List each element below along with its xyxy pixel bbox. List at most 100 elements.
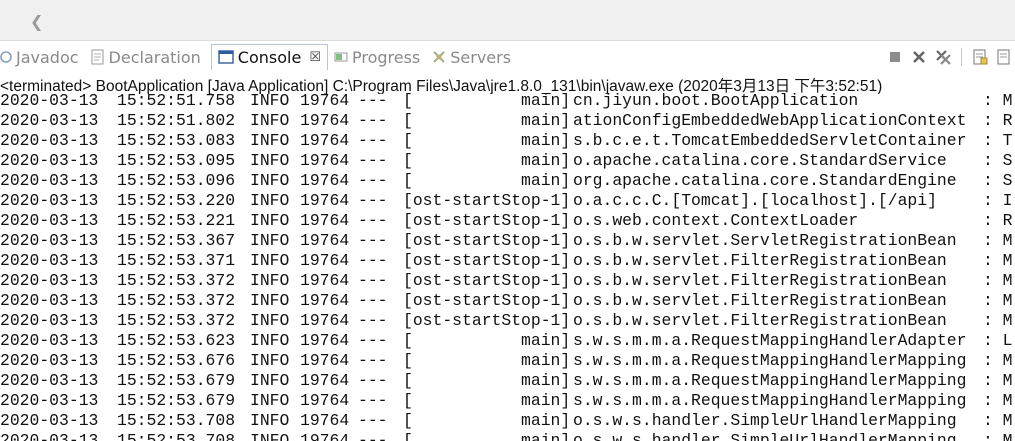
log-row: 2020-03-13 15:52:53.676 INFO 19764 --- [ main… bbox=[0, 351, 1015, 371]
log-date: 2020-03-13 bbox=[0, 371, 99, 390]
remove-launch-icon[interactable] bbox=[910, 48, 928, 66]
log-pid: 19764 bbox=[300, 191, 350, 210]
log-message: : I bbox=[983, 191, 1013, 210]
log-date: 2020-03-13 bbox=[0, 291, 99, 310]
log-pid: 19764 bbox=[300, 271, 350, 290]
log-thread: [ main] bbox=[403, 111, 571, 130]
log-separator: --- bbox=[358, 331, 388, 350]
log-time: 15:52:53.372 bbox=[117, 311, 236, 330]
log-row: 2020-03-13 15:52:53.679 INFO 19764 --- [ main… bbox=[0, 391, 1015, 411]
log-logger: o.s.b.w.servlet.FilterRegistrationBean bbox=[573, 251, 947, 270]
tab-label: Declaration bbox=[108, 47, 201, 67]
log-date: 2020-03-13 bbox=[0, 331, 99, 350]
log-pid: 19764 bbox=[300, 411, 350, 430]
log-pid: 19764 bbox=[300, 211, 350, 230]
log-thread: [ main] bbox=[403, 431, 571, 441]
log-date: 2020-03-13 bbox=[0, 131, 99, 150]
declaration-icon bbox=[91, 49, 105, 65]
log-level: INFO bbox=[250, 91, 290, 110]
tab-label: Console bbox=[237, 48, 302, 67]
terminate-icon[interactable] bbox=[886, 48, 904, 66]
log-row: 2020-03-13 15:52:53.367 INFO 19764 --- [ost-s… bbox=[0, 231, 1015, 251]
log-time: 15:52:53.221 bbox=[117, 211, 236, 230]
log-time: 15:52:53.083 bbox=[117, 131, 236, 150]
log-level: INFO bbox=[250, 431, 290, 441]
log-separator: --- bbox=[358, 231, 388, 250]
word-wrap-icon[interactable] bbox=[995, 48, 1013, 66]
log-time: 15:52:53.220 bbox=[117, 191, 236, 210]
log-row: 2020-03-13 15:52:53.220 INFO 19764 --- [ost-s… bbox=[0, 191, 1015, 211]
tab-console[interactable]: Console ☒ bbox=[210, 44, 328, 70]
log-date: 2020-03-13 bbox=[0, 271, 99, 290]
log-date: 2020-03-13 bbox=[0, 231, 99, 250]
log-time: 15:52:53.679 bbox=[117, 391, 236, 410]
log-pid: 19764 bbox=[300, 131, 350, 150]
at-sign-icon bbox=[0, 50, 12, 64]
log-separator: --- bbox=[358, 111, 388, 130]
log-time: 15:52:53.371 bbox=[117, 251, 236, 270]
log-thread: [ost-startStop-1] bbox=[403, 251, 571, 270]
log-message: : M bbox=[983, 311, 1013, 330]
log-logger: o.s.w.s.handler.SimpleUrlHandlerMapping bbox=[573, 411, 957, 430]
log-message: : M bbox=[983, 351, 1013, 370]
log-logger: o.s.b.w.servlet.FilterRegistrationBean bbox=[573, 271, 947, 290]
log-logger: org.apache.catalina.core.StandardEngine bbox=[573, 171, 957, 190]
log-separator: --- bbox=[358, 251, 388, 270]
chevron-left-icon[interactable]: ❮ bbox=[30, 12, 43, 31]
log-date: 2020-03-13 bbox=[0, 211, 99, 230]
log-row: 2020-03-13 15:52:53.372 INFO 19764 --- [ost-s… bbox=[0, 291, 1015, 311]
remove-all-terminated-icon[interactable] bbox=[934, 48, 952, 66]
tab-javadoc[interactable]: Javadoc bbox=[0, 44, 85, 70]
log-message: : M bbox=[983, 391, 1013, 410]
log-time: 15:52:53.372 bbox=[117, 271, 236, 290]
log-date: 2020-03-13 bbox=[0, 411, 99, 430]
log-pid: 19764 bbox=[300, 231, 350, 250]
log-message: : L bbox=[983, 331, 1013, 350]
tab-servers[interactable]: Servers bbox=[426, 44, 517, 70]
log-thread: [ost-startStop-1] bbox=[403, 231, 571, 250]
log-logger: o.s.w.s.handler.SimpleUrlHandlerMapping bbox=[573, 431, 957, 441]
progress-icon bbox=[334, 51, 348, 63]
log-thread: [ main] bbox=[403, 131, 571, 150]
log-pid: 19764 bbox=[300, 431, 350, 441]
log-separator: --- bbox=[358, 291, 388, 310]
log-time: 15:52:53.096 bbox=[117, 171, 236, 190]
log-message: : M bbox=[983, 251, 1013, 270]
log-thread: [ost-startStop-1] bbox=[403, 191, 571, 210]
log-thread: [ost-startStop-1] bbox=[403, 291, 571, 310]
log-row: 2020-03-13 15:52:53.623 INFO 19764 --- [ main… bbox=[0, 331, 1015, 351]
log-row: 2020-03-13 15:52:53.708 INFO 19764 --- [ main… bbox=[0, 411, 1015, 431]
console-icon bbox=[218, 50, 234, 65]
view-tabs: Javadoc Declaration Console ☒ Progress S… bbox=[0, 44, 1015, 70]
log-thread: [ main] bbox=[403, 331, 571, 350]
log-time: 15:52:53.372 bbox=[117, 291, 236, 310]
log-thread: [ main] bbox=[403, 351, 571, 370]
log-time: 15:52:51.758 bbox=[117, 91, 236, 110]
log-message: : R bbox=[983, 111, 1013, 130]
tab-declaration[interactable]: Declaration bbox=[85, 44, 207, 70]
log-level: INFO bbox=[250, 391, 290, 410]
log-level: INFO bbox=[250, 291, 290, 310]
log-separator: --- bbox=[358, 191, 388, 210]
log-message: : S bbox=[983, 151, 1013, 170]
scroll-lock-icon[interactable] bbox=[971, 48, 989, 66]
log-logger: o.a.c.c.C.[Tomcat].[localhost].[/api] bbox=[573, 191, 937, 210]
log-thread: [ main] bbox=[403, 391, 571, 410]
log-separator: --- bbox=[358, 351, 388, 370]
close-icon[interactable]: ☒ bbox=[309, 50, 321, 65]
console-output[interactable]: 2020-03-13 15:52:51.758 INFO 19764 --- [ main… bbox=[0, 91, 1015, 441]
log-level: INFO bbox=[250, 371, 290, 390]
log-separator: --- bbox=[358, 211, 388, 230]
log-date: 2020-03-13 bbox=[0, 111, 99, 130]
log-pid: 19764 bbox=[300, 91, 350, 110]
log-thread: [ main] bbox=[403, 411, 571, 430]
tab-progress[interactable]: Progress bbox=[328, 44, 426, 70]
console-toolbar bbox=[886, 44, 1015, 70]
log-level: INFO bbox=[250, 351, 290, 370]
log-level: INFO bbox=[250, 131, 290, 150]
log-pid: 19764 bbox=[300, 391, 350, 410]
log-separator: --- bbox=[358, 311, 388, 330]
log-logger: o.s.web.context.ContextLoader bbox=[573, 211, 859, 230]
log-row: 2020-03-13 15:52:53.221 INFO 19764 --- [ost-s… bbox=[0, 211, 1015, 231]
log-row: 2020-03-13 15:52:53.371 INFO 19764 --- [ost-s… bbox=[0, 251, 1015, 271]
